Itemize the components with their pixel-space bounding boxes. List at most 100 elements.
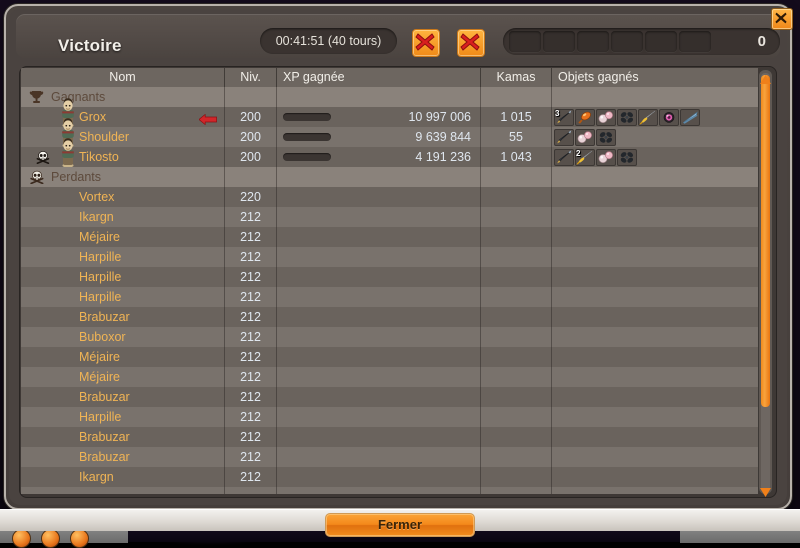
loot-slot[interactable] <box>645 31 677 52</box>
item-slot[interactable] <box>596 109 616 126</box>
item-slot[interactable] <box>596 149 616 166</box>
table-row[interactable]: Brabuzar 212 <box>21 447 758 467</box>
table-row[interactable]: Ikargn 212 <box>21 467 758 487</box>
red-left-arrow-icon <box>198 112 217 126</box>
player-level: 212 <box>240 310 261 324</box>
table-row[interactable]: Méjaire 212 <box>21 227 758 247</box>
player-level: 212 <box>240 210 261 224</box>
table-row[interactable]: Harpille 212 <box>21 247 758 267</box>
table-row[interactable]: Harpille 212 <box>21 287 758 307</box>
table-row[interactable]: Méjaire 212 <box>21 367 758 387</box>
scrollbar-thumb[interactable] <box>761 75 770 407</box>
item-slot[interactable] <box>554 129 574 146</box>
item-slot[interactable]: 3 <box>554 109 574 126</box>
column-divider <box>551 347 552 367</box>
column-divider <box>276 487 277 494</box>
red-cross-icon[interactable] <box>412 29 440 57</box>
player-level: 212 <box>240 410 261 424</box>
close-dialog-button[interactable]: Fermer <box>325 513 475 537</box>
item-slot[interactable] <box>638 109 658 126</box>
column-divider <box>551 407 552 427</box>
table-row[interactable]: Grox 200 10 997 006 1 015 3 <box>21 98 758 128</box>
table-row[interactable]: Buboxor 212 <box>21 327 758 347</box>
column-divider <box>276 287 277 307</box>
player-name: Buboxor <box>79 330 126 344</box>
loot-slot[interactable] <box>679 31 711 52</box>
player-level: 200 <box>240 110 261 124</box>
loot-slot[interactable] <box>611 31 643 52</box>
player-name: Grox <box>79 110 107 124</box>
player-name: Méjaire <box>79 230 120 244</box>
table-row[interactable]: Harpille 212 <box>21 267 758 287</box>
column-divider <box>480 287 481 307</box>
player-level: 220 <box>240 190 261 204</box>
table-row[interactable]: Ikargn 212 <box>21 207 758 227</box>
column-divider <box>276 207 277 227</box>
loot-slot[interactable] <box>577 31 609 52</box>
column-divider <box>276 447 277 467</box>
dialog-header: Victoire 00:41:51 (40 tours) 0 <box>16 14 780 58</box>
dark-clover-icon <box>617 109 637 126</box>
player-level: 212 <box>240 430 261 444</box>
table-group-row: Perdants <box>21 167 758 187</box>
table-row[interactable]: Vortex 220 <box>21 187 758 207</box>
triangle-down-icon[interactable] <box>760 484 771 497</box>
loot-slot[interactable] <box>543 31 575 52</box>
loot-count: 0 <box>757 33 766 50</box>
player-name: Méjaire <box>79 350 120 364</box>
player-level: 212 <box>240 450 261 464</box>
player-name: Ikargn <box>79 210 114 224</box>
item-slot[interactable] <box>554 149 574 166</box>
table-row[interactable]: Shoulder 200 9 639 844 55 <box>21 118 758 148</box>
player-name: Ikargn <box>79 470 114 484</box>
item-slot[interactable] <box>680 109 700 126</box>
items-gained: 3 <box>552 107 758 127</box>
loot-slot[interactable] <box>509 31 541 52</box>
red-cross-icon[interactable] <box>457 29 485 57</box>
close-icon[interactable] <box>771 8 793 30</box>
player-name: Shoulder <box>79 130 130 144</box>
hud-orb-icon[interactable] <box>12 529 31 548</box>
column-divider <box>480 407 481 427</box>
item-slot[interactable] <box>659 109 679 126</box>
player-level: 212 <box>240 270 261 284</box>
page-title: Victoire <box>58 36 122 55</box>
table-row[interactable]: Brabuzar 212 <box>21 387 758 407</box>
table-row-empty <box>21 487 758 494</box>
hud-orb-icon[interactable] <box>70 529 89 548</box>
table-header-row: Nom Niv. XP gagnée Kamas Objets gagnés <box>21 68 758 87</box>
item-slot[interactable]: 2 <box>575 149 595 166</box>
hud-orb-icon[interactable] <box>41 529 60 548</box>
column-divider <box>480 487 481 494</box>
column-divider <box>480 427 481 447</box>
dagger-icon <box>554 149 574 166</box>
column-divider <box>276 407 277 427</box>
table-row[interactable]: Brabuzar 212 <box>21 427 758 447</box>
item-slot[interactable] <box>575 109 595 126</box>
table-row[interactable]: Harpille 212 <box>21 407 758 427</box>
group-label: Perdants <box>51 170 102 184</box>
column-divider <box>276 247 277 267</box>
player-name: Méjaire <box>79 370 120 384</box>
triangle-up-icon[interactable] <box>760 71 771 84</box>
blue-blade-icon <box>680 109 700 126</box>
item-slot[interactable] <box>575 129 595 146</box>
items-gained <box>552 127 758 147</box>
column-divider <box>480 227 481 247</box>
item-slot[interactable] <box>617 149 637 166</box>
table-row[interactable]: Tikosto 200 4 191 236 1 043 2 <box>21 138 758 168</box>
column-divider <box>480 307 481 327</box>
item-quantity: 3 <box>555 109 560 118</box>
column-divider <box>276 427 277 447</box>
column-divider <box>224 487 225 494</box>
pink-eye-icon <box>659 109 679 126</box>
table-row[interactable]: Brabuzar 212 <box>21 307 758 327</box>
item-slot[interactable] <box>596 129 616 146</box>
item-slot[interactable] <box>617 109 637 126</box>
table-body[interactable]: Gagnants Grox 200 10 997 006 1 015 3 Shoulder 2… <box>21 87 758 494</box>
column-divider <box>276 307 277 327</box>
vertical-scrollbar[interactable] <box>758 69 773 497</box>
table-row[interactable]: Méjaire 212 <box>21 347 758 367</box>
column-divider <box>551 327 552 347</box>
xp-gained: 9 639 844 <box>415 130 471 144</box>
